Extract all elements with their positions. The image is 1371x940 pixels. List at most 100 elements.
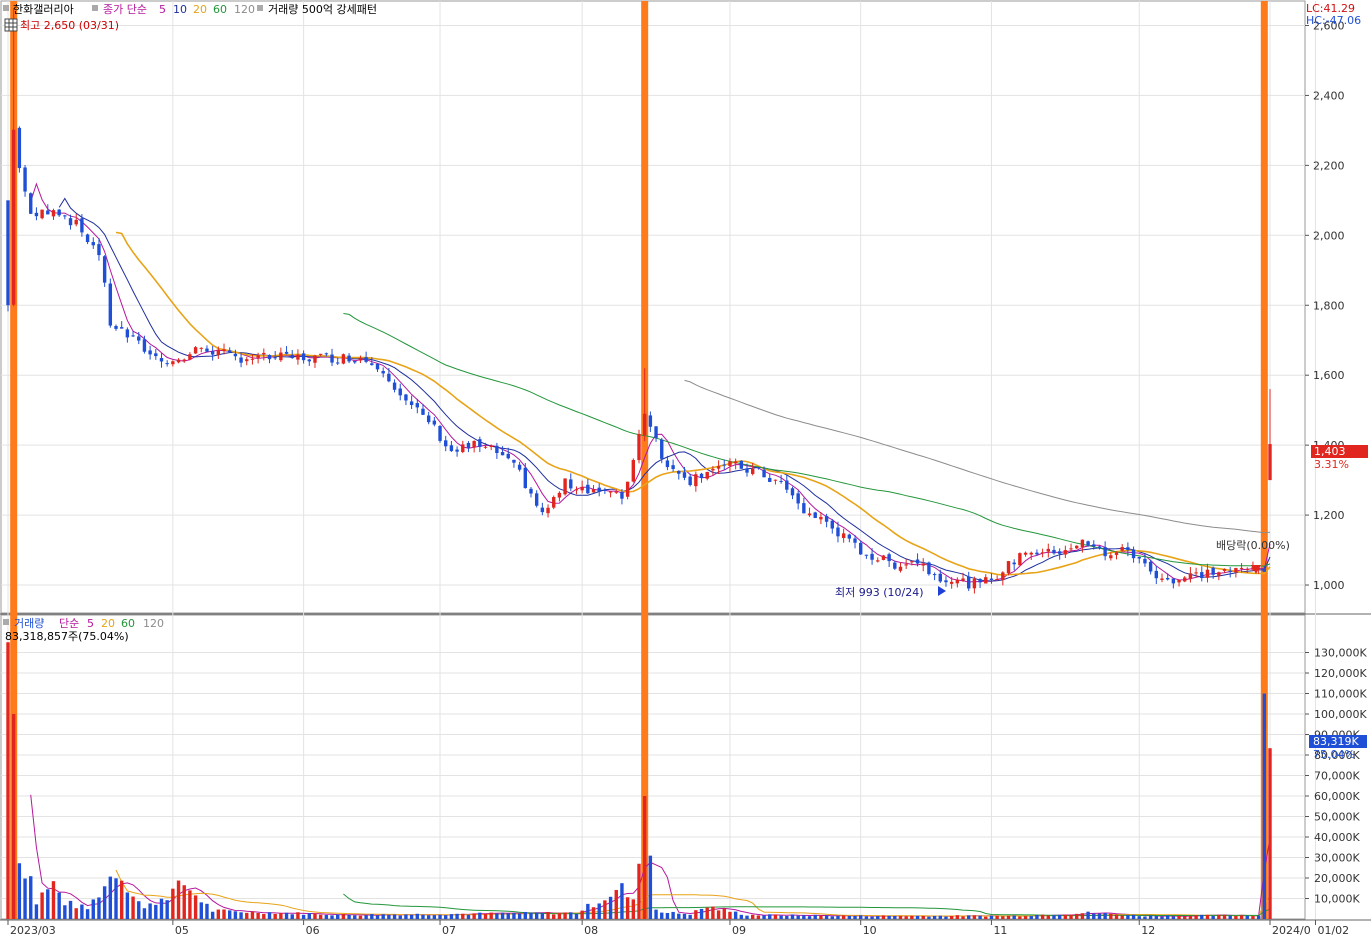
candle-body: [290, 355, 294, 359]
volume-bar: [870, 916, 874, 919]
volume-bar: [137, 901, 141, 919]
volume-bar: [1177, 915, 1181, 919]
candle-body: [51, 210, 56, 217]
volume-bar: [296, 912, 300, 919]
candle-body: [910, 561, 914, 563]
volume-bar: [193, 895, 198, 919]
candle-body: [768, 477, 772, 482]
volume-bar: [682, 913, 687, 919]
candle-body: [1040, 552, 1045, 554]
candle-body: [495, 445, 499, 454]
candle-body: [631, 459, 636, 482]
volume-bar: [199, 902, 203, 919]
candle-body: [830, 520, 834, 529]
volume-bar: [290, 914, 294, 919]
candle-body: [819, 516, 823, 520]
volume-bar: [1143, 916, 1147, 919]
legend-ma60: 60: [213, 3, 227, 16]
candle-body: [756, 467, 761, 469]
candle-body: [1148, 561, 1153, 572]
volume-bar: [1160, 916, 1164, 919]
legend-ma20: 20: [193, 3, 207, 16]
stock-name[interactable]: 한화갤러리아: [13, 3, 74, 16]
candle-body: [91, 242, 95, 246]
candle-body: [205, 348, 209, 352]
date-tick-label: 08: [584, 924, 598, 937]
candle-body: [688, 476, 692, 486]
candle-body: [34, 212, 39, 217]
volume-bar: [455, 913, 459, 919]
legend-ma5: 5: [159, 3, 166, 16]
volume-bar: [1046, 915, 1050, 919]
volume-bar: [642, 796, 647, 919]
volume-tick-label: 70,000K: [1314, 770, 1360, 783]
volume-bar: [841, 915, 846, 919]
candle-body: [1165, 577, 1170, 580]
volume-bar: [142, 908, 147, 919]
volume-bar: [398, 915, 402, 919]
candle-body: [199, 347, 203, 349]
highlight-column: [641, 1, 649, 919]
volume-bar: [364, 915, 368, 919]
candle-body: [1245, 568, 1249, 570]
candle-body: [341, 354, 346, 364]
volume-bar: [438, 914, 442, 919]
candle-body: [216, 349, 221, 355]
candle-body: [1183, 577, 1187, 582]
candle-body: [773, 479, 778, 481]
legend-ma120: 120: [234, 3, 255, 16]
volume-bar: [387, 914, 391, 919]
volume-bar: [449, 914, 454, 919]
volume-bar: [1188, 915, 1193, 919]
candle-body: [625, 481, 630, 497]
candle-body: [540, 507, 545, 513]
candle-body: [239, 357, 243, 363]
volume-bar: [773, 914, 778, 919]
volume-bar: [216, 909, 221, 919]
candle-body: [637, 433, 641, 461]
candle-body: [358, 357, 363, 361]
price-tick-label: 1,200: [1313, 509, 1345, 522]
volume-bar: [131, 896, 135, 919]
date-axis: 2023/03 05 06 07 08 09 10 11 12 2024/0 01/02: [7, 920, 1349, 937]
candle-body: [1029, 552, 1033, 555]
volume-bar: [23, 878, 27, 919]
candle-body: [1069, 548, 1073, 550]
candle-body: [188, 354, 192, 360]
dividend-label: 배당락(0.00%): [1216, 539, 1290, 552]
volume-bar: [705, 907, 709, 919]
volume-bar: [984, 916, 988, 919]
candle-body: [63, 215, 67, 217]
volume-bar: [472, 913, 476, 919]
table-icon[interactable]: [4, 18, 18, 32]
candle-body: [1001, 572, 1005, 581]
volume-bar: [677, 913, 681, 919]
volume-bar: [1137, 916, 1141, 919]
candle-body: [546, 507, 550, 514]
legend-close-simple: 종가 단순: [103, 3, 147, 16]
volume-bar: [762, 915, 766, 919]
candle-body: [932, 574, 937, 576]
candle-body: [529, 488, 533, 494]
volume-bar: [955, 915, 960, 919]
legend-marker-icon[interactable]: [3, 5, 9, 11]
volume-bar: [1075, 913, 1079, 919]
candle-body: [580, 486, 584, 491]
volume-bar: [807, 916, 812, 919]
last-volume: 83,319K: [1313, 735, 1359, 748]
volume-bar: [478, 912, 482, 919]
candle-body: [1154, 570, 1159, 579]
volume-bar: [688, 914, 692, 919]
candle-body: [682, 472, 687, 478]
candle-body: [915, 559, 920, 564]
volume-bar: [859, 915, 863, 919]
candle-body: [421, 408, 425, 415]
volume-bar: [1239, 915, 1244, 919]
candle-body: [114, 326, 118, 329]
change-pct: 3.31%: [1314, 458, 1349, 471]
candle-body: [608, 491, 613, 493]
legend-marker-icon: [3, 619, 9, 625]
volume-bar: [1092, 913, 1096, 919]
candle-body: [461, 444, 465, 453]
volume-bar: [1268, 748, 1272, 919]
